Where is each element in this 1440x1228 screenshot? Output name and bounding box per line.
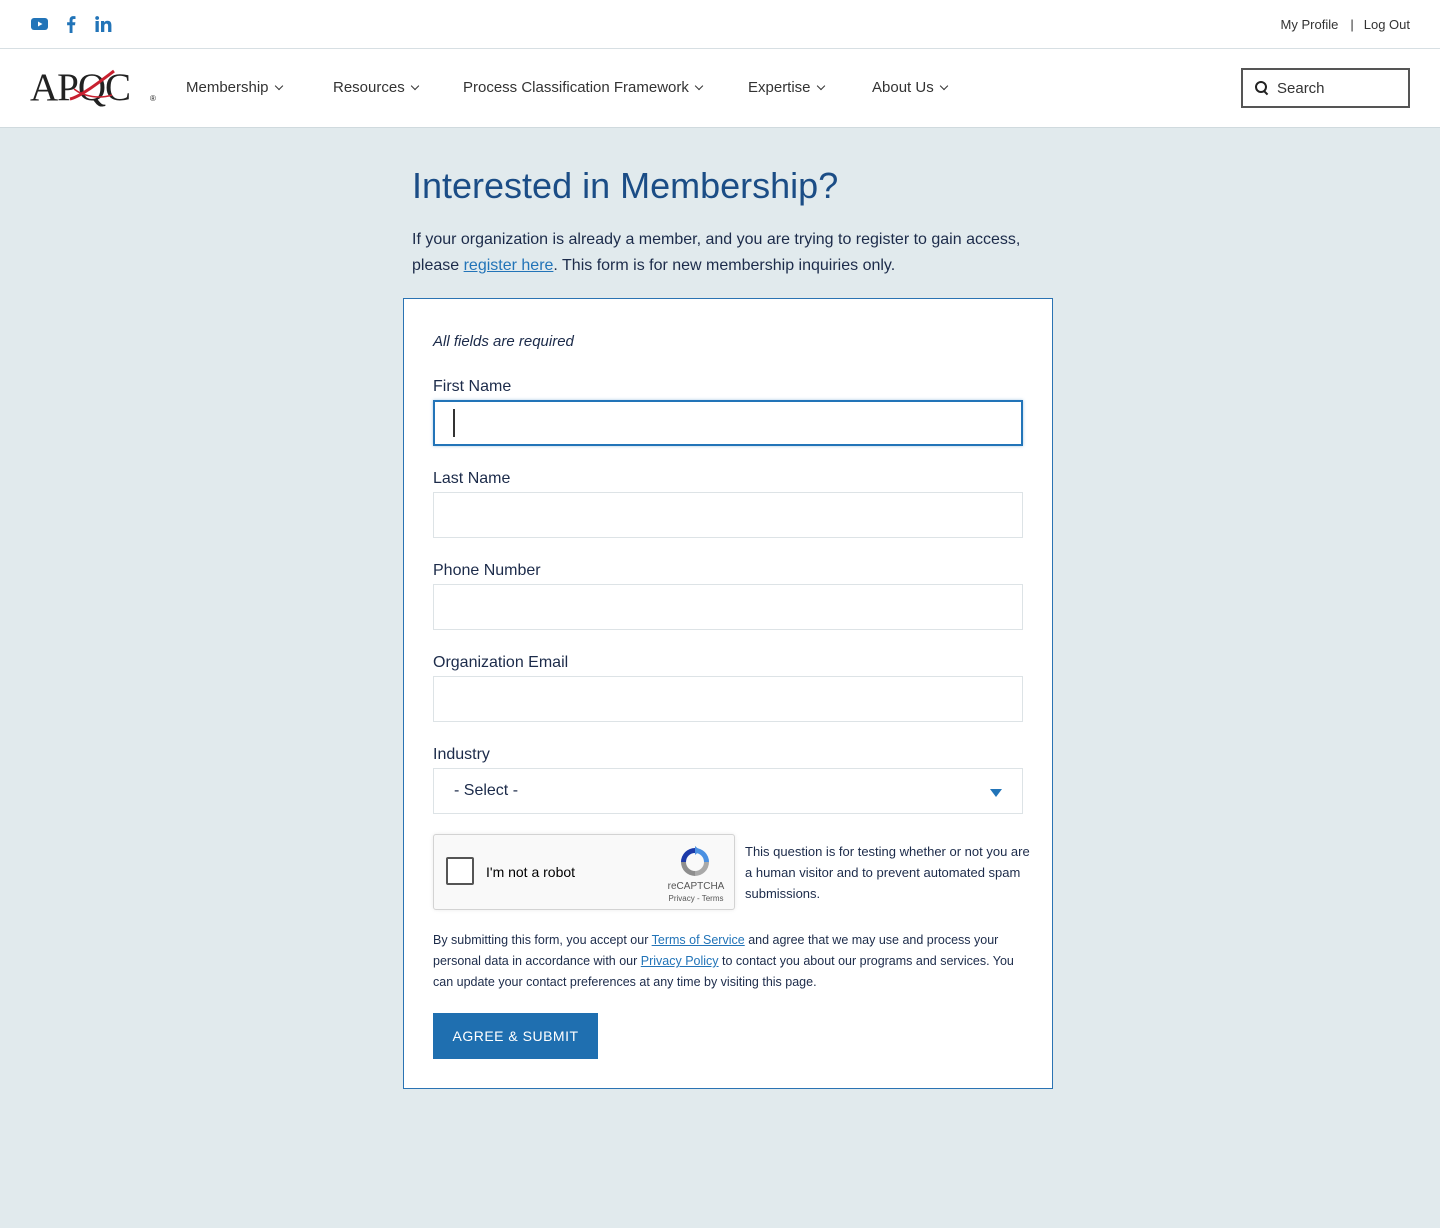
legal-part-1: By submitting this form, you accept our [433, 933, 652, 947]
nav-resources-label: Resources [333, 79, 405, 96]
facebook-icon[interactable] [62, 14, 80, 34]
nav-membership-label: Membership [186, 79, 269, 96]
nav-resources[interactable]: Resources [333, 79, 419, 96]
organization-email-label: Organization Email [433, 654, 569, 671]
industry-selected-value: - Select - [454, 782, 519, 799]
user-links: My Profile | Log Out [1281, 17, 1410, 32]
apqc-logo[interactable]: APQC ® [30, 67, 160, 109]
recaptcha-logo-icon [681, 846, 709, 876]
contact-preferences-page-link[interactable]: page [785, 975, 813, 989]
social-links [30, 14, 112, 34]
chevron-down-icon [939, 81, 948, 90]
search-icon [1255, 81, 1269, 95]
text-caret [453, 409, 455, 437]
nav-process-classification-framework[interactable]: Process Classification Framework [463, 79, 704, 96]
legal-consent-text: By submitting this form, you accept our … [433, 930, 1033, 993]
intro-text: If your organization is already a member… [412, 227, 1042, 279]
recaptcha-terms[interactable]: Privacy - Terms [666, 894, 726, 903]
legal-part-4: . [813, 975, 817, 989]
agree-submit-button[interactable]: AGREE & SUBMIT [433, 1013, 598, 1059]
nav-expertise-label: Expertise [748, 79, 811, 96]
nav-membership[interactable]: Membership [186, 79, 283, 96]
last-name-input[interactable] [433, 492, 1023, 538]
captcha-explanation: This question is for testing whether or … [745, 844, 1030, 901]
nav-about-us-label: About Us [872, 79, 934, 96]
phone-number-label: Phone Number [433, 562, 541, 579]
user-links-separator: | [1350, 17, 1354, 32]
industry-select[interactable]: - Select - [433, 768, 1023, 814]
last-name-label: Last Name [433, 470, 511, 487]
nav-expertise[interactable]: Expertise [748, 79, 825, 96]
linkedin-icon[interactable] [94, 14, 112, 34]
youtube-icon[interactable] [30, 14, 48, 34]
organization-email-input[interactable] [433, 676, 1023, 722]
nav-pcf-label: Process Classification Framework [463, 79, 689, 96]
my-profile-link[interactable]: My Profile [1281, 17, 1339, 32]
logo-swoosh-icon [69, 69, 115, 101]
required-fields-note: All fields are required [433, 333, 574, 350]
dropdown-arrow-icon [990, 789, 1002, 797]
main-navbar: APQC ® Membership Resources Process Clas… [0, 49, 1440, 128]
recaptcha-widget: I'm not a robot reCAPTCHA Privacy - Term… [433, 834, 735, 910]
page-title: Interested in Membership? [412, 165, 839, 206]
logo-registered-mark: ® [150, 94, 156, 103]
recaptcha-label: I'm not a robot [486, 864, 576, 880]
top-bar: My Profile | Log Out [0, 0, 1440, 49]
log-out-link[interactable]: Log Out [1364, 17, 1410, 32]
register-here-link[interactable]: register here [464, 257, 554, 274]
intro-text-after: . This form is for new membership inquir… [553, 257, 896, 274]
chevron-down-icon [410, 81, 419, 90]
industry-label: Industry [433, 746, 490, 763]
nav-about-us[interactable]: About Us [872, 79, 948, 96]
privacy-policy-link[interactable]: Privacy Policy [641, 954, 719, 968]
chevron-down-icon [816, 81, 825, 90]
terms-of-service-link[interactable]: Terms of Service [652, 933, 745, 947]
first-name-input[interactable] [433, 400, 1023, 446]
search-box[interactable] [1241, 68, 1410, 108]
recaptcha-checkbox[interactable] [446, 857, 474, 885]
first-name-label: First Name [433, 378, 512, 395]
membership-inquiry-form: All fields are required First Name Last … [403, 298, 1053, 1089]
phone-number-input[interactable] [433, 584, 1023, 630]
chevron-down-icon [274, 81, 283, 90]
search-input[interactable] [1277, 79, 1397, 97]
chevron-down-icon [694, 81, 704, 90]
recaptcha-brand: reCAPTCHA [667, 881, 725, 892]
